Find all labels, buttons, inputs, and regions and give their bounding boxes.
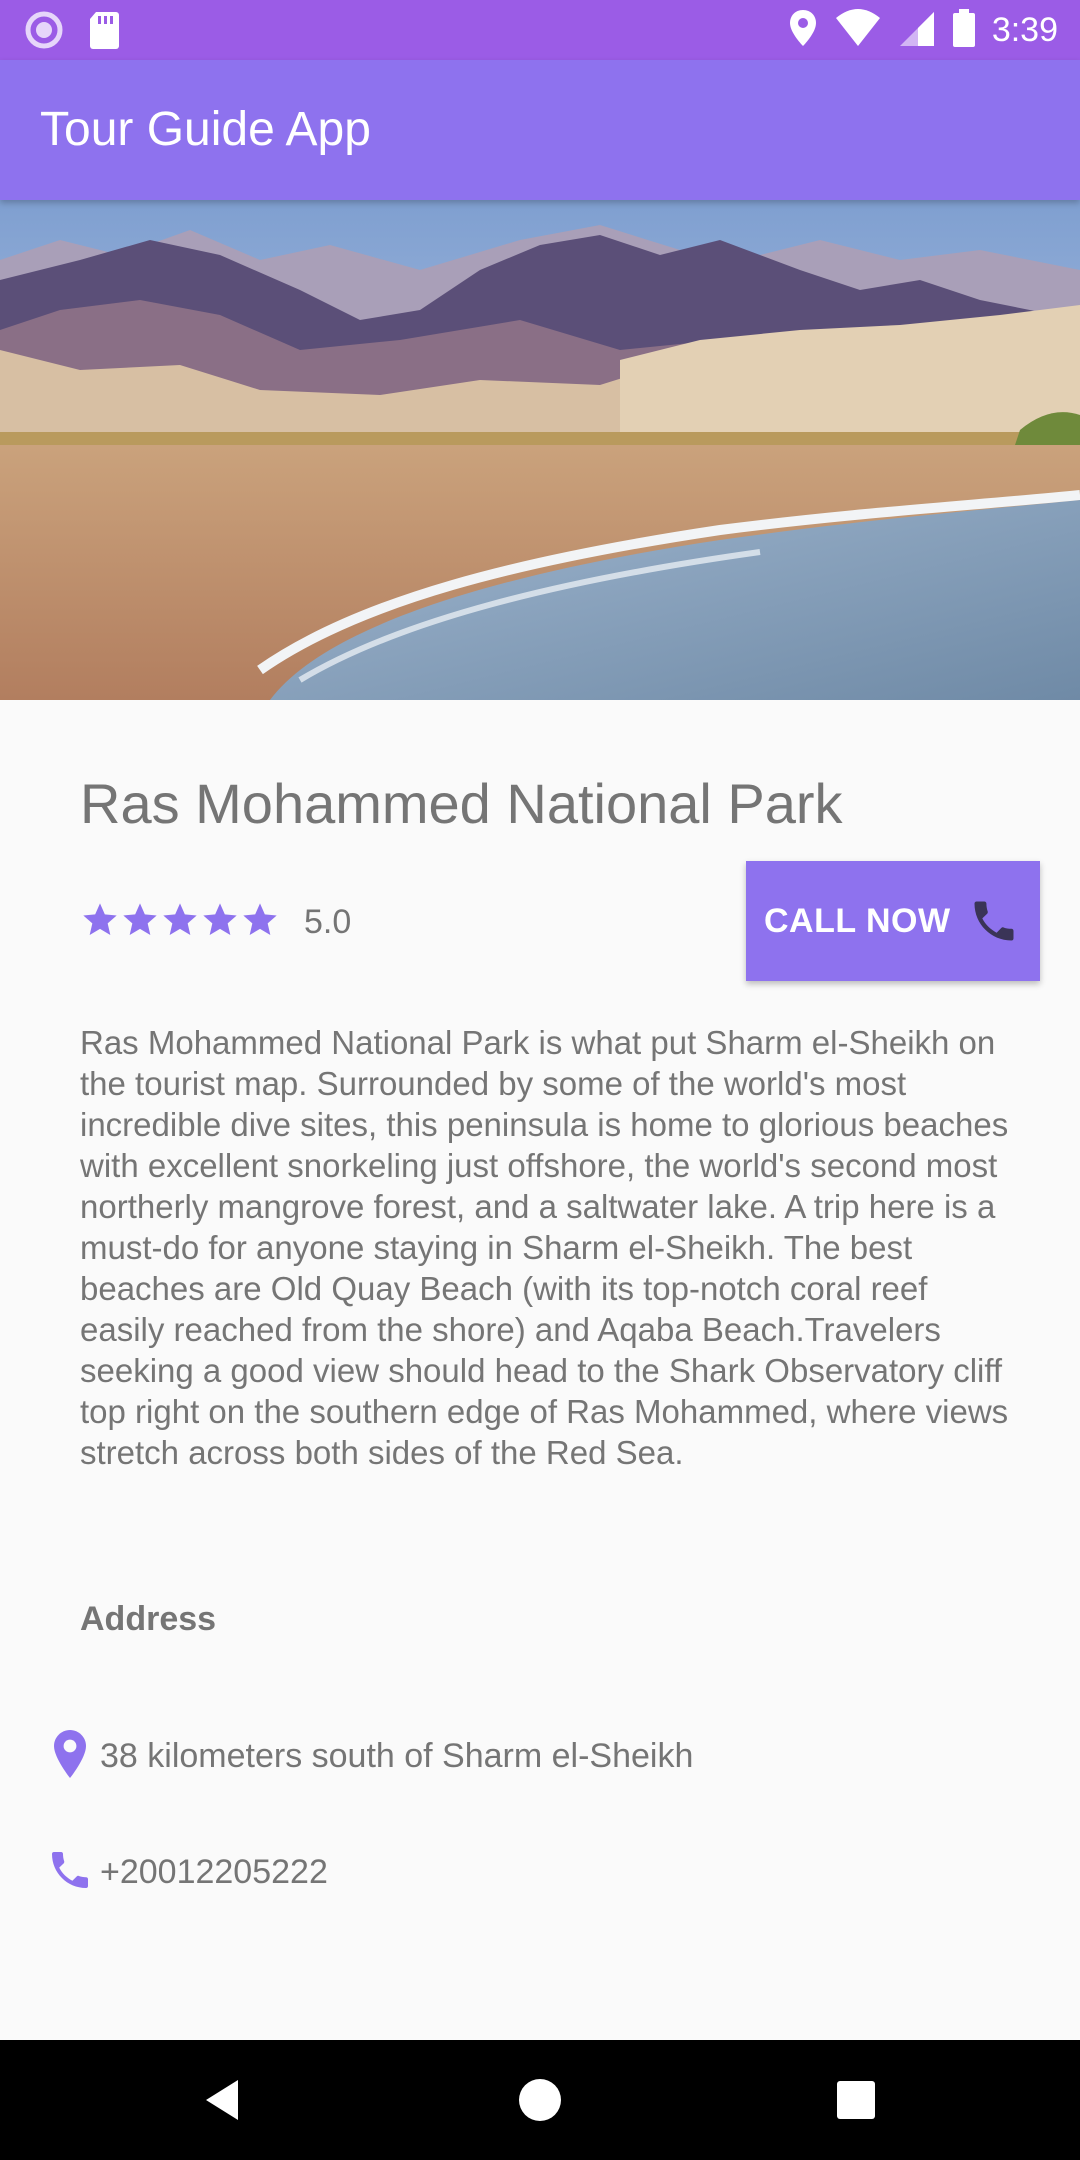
back-icon[interactable] [198,2074,250,2126]
call-now-button[interactable]: CALL NOW [746,861,1040,981]
phone-icon [968,895,1020,952]
star-icon [200,900,240,945]
status-right-icons: 3:39 [788,6,1058,54]
battery-icon [952,8,976,53]
rating: 5.0 [80,898,351,946]
address-row: 38 kilometers south of Sharm el-Sheikh [46,1726,693,1787]
phone-number: +20012205222 [100,1853,328,1891]
recents-icon[interactable] [830,2074,882,2126]
place-description: Ras Mohammed National Park is what put S… [80,1024,1009,1471]
cell-signal-icon [898,8,936,53]
wifi-icon [834,8,882,53]
call-now-label: CALL NOW [764,901,951,940]
navigation-bar [0,2040,1080,2160]
phone-row[interactable]: +20012205222 [46,1846,328,1899]
status-left-icons [24,10,120,55]
star-icon [160,900,200,945]
star-icon [240,900,280,945]
location-pin-icon [46,1726,94,1787]
sd-card-icon [88,10,120,55]
location-icon [788,8,818,53]
address-heading: Address [80,1600,217,1638]
rating-value: 5.0 [304,903,352,941]
star-rating [80,900,280,945]
address-text: 38 kilometers south of Sharm el-Sheikh [100,1737,694,1775]
status-bar: 3:39 [0,0,1080,60]
app-title: Tour Guide App [40,103,371,156]
star-icon [120,900,160,945]
place-title: Ras Mohammed National Park [80,772,843,835]
place-hero-image [0,200,1080,700]
app-bar: Tour Guide App [0,60,1080,200]
record-icon [24,10,64,55]
phone-icon [46,1846,94,1899]
status-time: 3:39 [991,11,1058,49]
star-icon [80,900,120,945]
home-icon[interactable] [514,2074,566,2126]
